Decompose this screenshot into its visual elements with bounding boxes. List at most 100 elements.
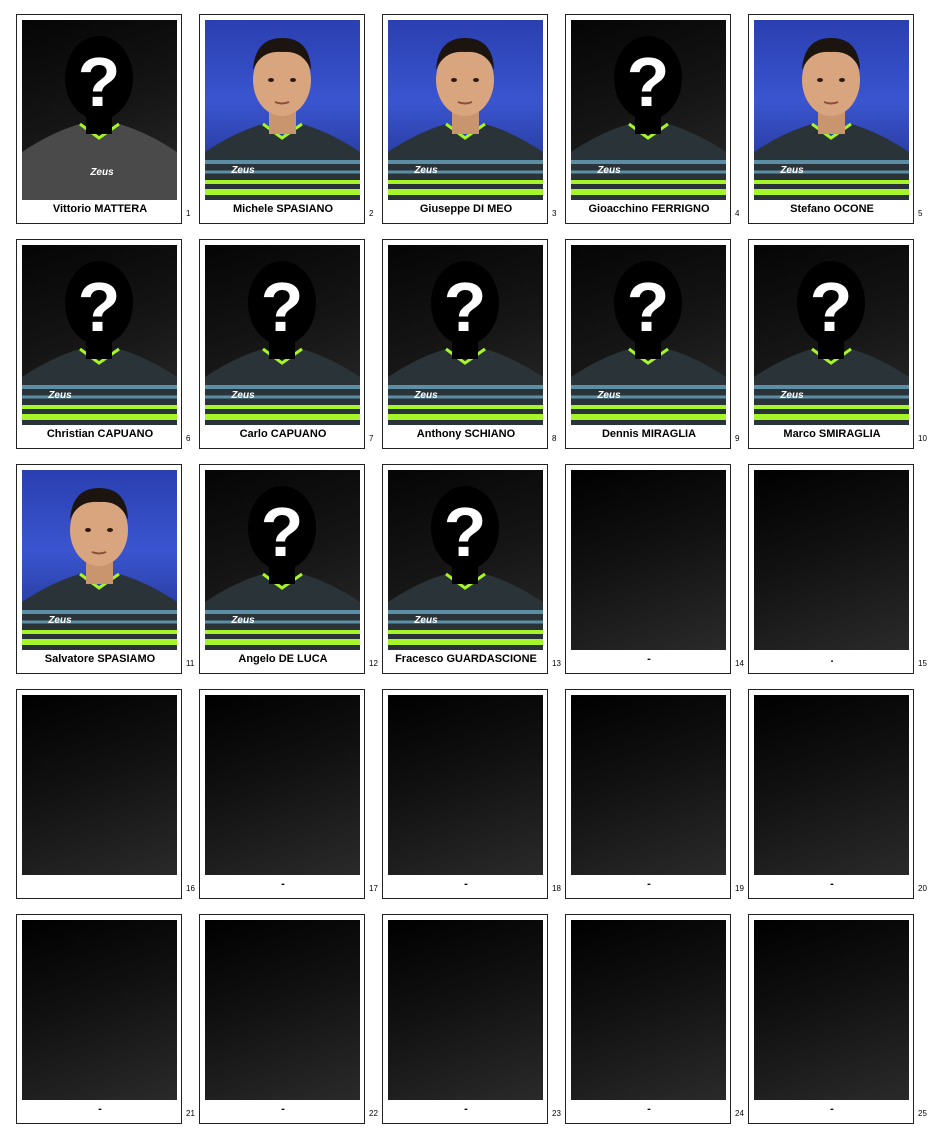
player-card[interactable]: - 14 — [565, 464, 744, 674]
empty-photo-placeholder — [571, 695, 726, 875]
empty-photo-placeholder — [754, 695, 909, 875]
player-card[interactable]: Zeus ? Fracesco GUARDASCIONE 13 — [382, 464, 561, 674]
card-frame: Zeus ? Dennis MIRAGLIA — [565, 239, 731, 449]
svg-text:Zeus: Zeus — [413, 165, 438, 176]
player-name: - — [464, 1103, 468, 1115]
card-number: 12 — [369, 659, 378, 668]
svg-text:Zeus: Zeus — [47, 615, 72, 626]
player-card[interactable]: - 21 — [16, 914, 195, 1124]
unknown-player-silhouette-icon: Zeus ? — [571, 20, 726, 200]
card-number: 9 — [735, 434, 740, 443]
player-photo: Zeus — [754, 20, 909, 200]
player-card[interactable]: Zeus ? Anthony SCHIANO 8 — [382, 239, 556, 449]
unknown-player-silhouette-icon: Zeus ? — [205, 245, 360, 425]
empty-photo-placeholder — [22, 695, 177, 875]
player-name: - — [281, 878, 285, 890]
player-card[interactable]: Zeus ? Vittorio MATTERA 1 — [16, 14, 190, 224]
player-card[interactable]: - 23 — [382, 914, 561, 1124]
svg-text:Zeus: Zeus — [779, 165, 804, 176]
svg-text:?: ? — [78, 268, 121, 346]
card-number: 16 — [186, 884, 195, 893]
card-frame: Zeus ? Angelo DE LUCA — [199, 464, 365, 674]
player-card[interactable]: 16 — [16, 689, 195, 899]
player-card[interactable]: Zeus ? Gioacchino FERRIGNO 4 — [565, 14, 739, 224]
player-card[interactable]: - 18 — [382, 689, 561, 899]
empty-photo-placeholder — [22, 920, 177, 1100]
player-name: Christian CAPUANO — [46, 428, 154, 440]
player-card[interactable]: Zeus Salvatore SPASIAMO 11 — [16, 464, 194, 674]
player-name: Angelo DE LUCA — [238, 653, 328, 665]
player-card[interactable]: - 19 — [565, 689, 744, 899]
unknown-player-silhouette-icon: Zeus ? — [754, 245, 909, 425]
svg-text:Zeus: Zeus — [230, 390, 255, 401]
svg-text:?: ? — [627, 43, 670, 121]
card-number: 1 — [186, 209, 191, 218]
svg-text:Zeus: Zeus — [413, 390, 438, 401]
empty-photo-placeholder — [754, 920, 909, 1100]
player-name: - — [647, 653, 651, 665]
card-number: 2 — [369, 209, 374, 218]
svg-text:?: ? — [261, 268, 304, 346]
card-frame: Zeus Giuseppe DI MEO — [382, 14, 548, 224]
card-number: 8 — [552, 434, 557, 443]
svg-text:Zeus: Zeus — [413, 615, 438, 626]
card-number: 21 — [186, 1109, 195, 1118]
player-photo: Zeus — [205, 20, 360, 200]
card-frame: Zeus ? Christian CAPUANO — [16, 239, 182, 449]
card-number: 14 — [735, 659, 744, 668]
card-number: 5 — [918, 209, 923, 218]
svg-text:?: ? — [444, 268, 487, 346]
unknown-player-silhouette-icon: Zeus ? — [205, 470, 360, 650]
player-card[interactable]: - 25 — [748, 914, 927, 1124]
svg-text:Zeus: Zeus — [230, 165, 255, 176]
card-number: 17 — [369, 884, 378, 893]
player-name: - — [830, 878, 834, 890]
svg-text:Zeus: Zeus — [89, 167, 114, 178]
player-card[interactable]: Zeus Giuseppe DI MEO 3 — [382, 14, 556, 224]
player-name: Anthony SCHIANO — [416, 428, 516, 440]
empty-photo-placeholder — [571, 470, 726, 650]
card-frame: Zeus Salvatore SPASIAMO — [16, 464, 182, 674]
empty-photo-placeholder — [571, 920, 726, 1100]
empty-photo-placeholder — [388, 920, 543, 1100]
player-card[interactable]: Zeus ? Dennis MIRAGLIA 9 — [565, 239, 739, 449]
player-card[interactable]: Zeus Michele SPASIANO 2 — [199, 14, 373, 224]
player-card[interactable]: - 22 — [199, 914, 378, 1124]
player-name: - — [647, 878, 651, 890]
player-name: Dennis MIRAGLIA — [601, 428, 697, 440]
unknown-player-silhouette-icon: Zeus ? — [388, 245, 543, 425]
player-card[interactable]: - 20 — [748, 689, 927, 899]
card-number: 10 — [918, 434, 927, 443]
svg-text:?: ? — [810, 268, 853, 346]
player-card[interactable]: . 15 — [748, 464, 927, 674]
player-card[interactable]: Zeus ? Angelo DE LUCA 12 — [199, 464, 378, 674]
player-card[interactable]: Zeus ? Marco SMIRAGLIA 10 — [748, 239, 927, 449]
player-card[interactable]: Zeus ? Christian CAPUANO 6 — [16, 239, 190, 449]
card-number: 25 — [918, 1109, 927, 1118]
card-frame: - — [565, 914, 731, 1124]
svg-text:Zeus: Zeus — [596, 165, 621, 176]
empty-photo-placeholder — [205, 920, 360, 1100]
player-name: - — [464, 878, 468, 890]
unknown-player-silhouette-icon: Zeus ? — [22, 245, 177, 425]
player-card[interactable]: Zeus ? Carlo CAPUANO 7 — [199, 239, 373, 449]
player-card[interactable]: - 24 — [565, 914, 744, 1124]
card-frame: Zeus ? Fracesco GUARDASCIONE — [382, 464, 548, 674]
card-frame: - — [382, 914, 548, 1124]
card-frame: Zeus ? Carlo CAPUANO — [199, 239, 365, 449]
player-card[interactable]: - 17 — [199, 689, 378, 899]
card-number: 18 — [552, 884, 561, 893]
player-name: Marco SMIRAGLIA — [783, 428, 881, 440]
player-roster-grid: Zeus ? Vittorio MATTERA 1 Zeus Michele SP… — [0, 0, 933, 1141]
unknown-player-silhouette-icon: Zeus ? — [22, 20, 177, 200]
card-frame: - — [748, 689, 914, 899]
svg-text:?: ? — [627, 268, 670, 346]
card-number: 19 — [735, 884, 744, 893]
player-card[interactable]: Zeus Stefano OCONE 5 — [748, 14, 922, 224]
card-number: 23 — [552, 1109, 561, 1118]
card-frame: Zeus ? Gioacchino FERRIGNO — [565, 14, 731, 224]
svg-text:Zeus: Zeus — [779, 390, 804, 401]
player-name: - — [647, 1103, 651, 1115]
card-frame: Zeus ? Anthony SCHIANO — [382, 239, 548, 449]
svg-text:Zeus: Zeus — [230, 615, 255, 626]
